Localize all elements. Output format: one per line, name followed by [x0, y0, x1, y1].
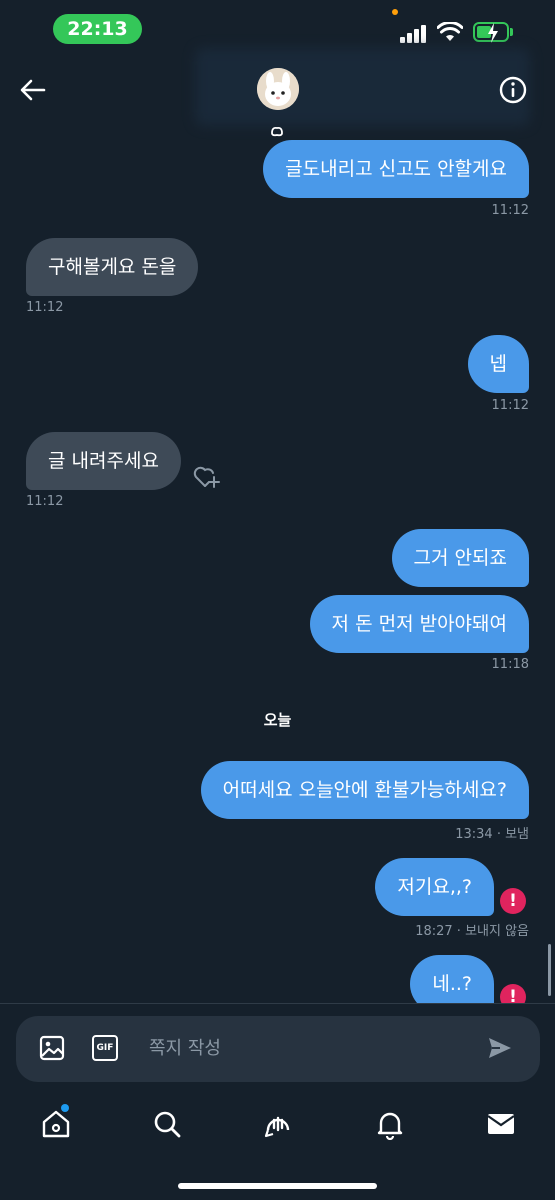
message-bubble-outgoing[interactable]: 그거 안되죠 — [391, 529, 529, 587]
message-timestamp: 11:12 — [491, 398, 529, 413]
privacy-indicator-dot — [392, 9, 398, 15]
gif-icon[interactable]: GIF — [92, 1035, 118, 1061]
home-icon[interactable] — [40, 1108, 72, 1140]
battery-tip — [510, 28, 513, 36]
message-status-timestamp: 18:27 · 보내지 않음 — [415, 924, 529, 939]
send-icon[interactable] — [486, 1034, 514, 1062]
message-bubble-outgoing[interactable]: 저 돈 먼저 받아야돼여 — [309, 595, 529, 653]
avatar[interactable] — [257, 68, 299, 110]
home-indicator[interactable] — [178, 1183, 377, 1189]
scrollbar[interactable] — [548, 944, 551, 996]
image-icon[interactable] — [38, 1034, 66, 1062]
cellular-signal-icon — [400, 25, 428, 43]
battery-icon — [473, 22, 509, 43]
message-bubble-outgoing[interactable]: 저기요,,? — [375, 858, 494, 916]
message-input[interactable] — [149, 1034, 449, 1062]
conversation-header — [0, 48, 555, 148]
message-bubble-incoming[interactable]: 구해볼게요 돈을 — [26, 238, 199, 296]
message-timestamp: 11:18 — [491, 657, 529, 672]
message-bubble-outgoing[interactable]: 어떠세요 오늘안에 환불가능하세요? — [200, 761, 529, 819]
message-timestamp: 11:12 — [26, 494, 64, 509]
message-bubble-outgoing[interactable]: 넵 — [467, 335, 529, 393]
message-bubble-outgoing[interactable]: 글도내리고 신고도 안할게요 — [263, 140, 529, 198]
message-bubble-incoming[interactable]: 글 내려주세요 — [26, 432, 181, 490]
add-reaction-heart-icon[interactable] — [192, 462, 222, 490]
home-notification-dot — [61, 1104, 69, 1112]
send-failed-icon[interactable]: ! — [500, 888, 526, 914]
bell-icon[interactable] — [374, 1108, 406, 1140]
blurred-notification-banner — [195, 48, 530, 126]
message-status-timestamp: 13:34 · 보냄 — [455, 827, 529, 842]
message-timestamp: 11:12 — [26, 300, 64, 315]
spaces-icon[interactable] — [262, 1108, 294, 1140]
info-icon[interactable] — [499, 76, 527, 104]
status-time: 22:13 — [53, 14, 142, 44]
message-timestamp: 11:12 — [491, 203, 529, 218]
day-separator: 오늘 — [263, 711, 292, 729]
back-arrow-icon[interactable] — [18, 75, 48, 105]
envelope-icon[interactable] — [485, 1108, 517, 1140]
search-icon[interactable] — [151, 1108, 183, 1140]
profile-badge-icon — [271, 126, 283, 137]
wifi-icon — [437, 22, 463, 41]
